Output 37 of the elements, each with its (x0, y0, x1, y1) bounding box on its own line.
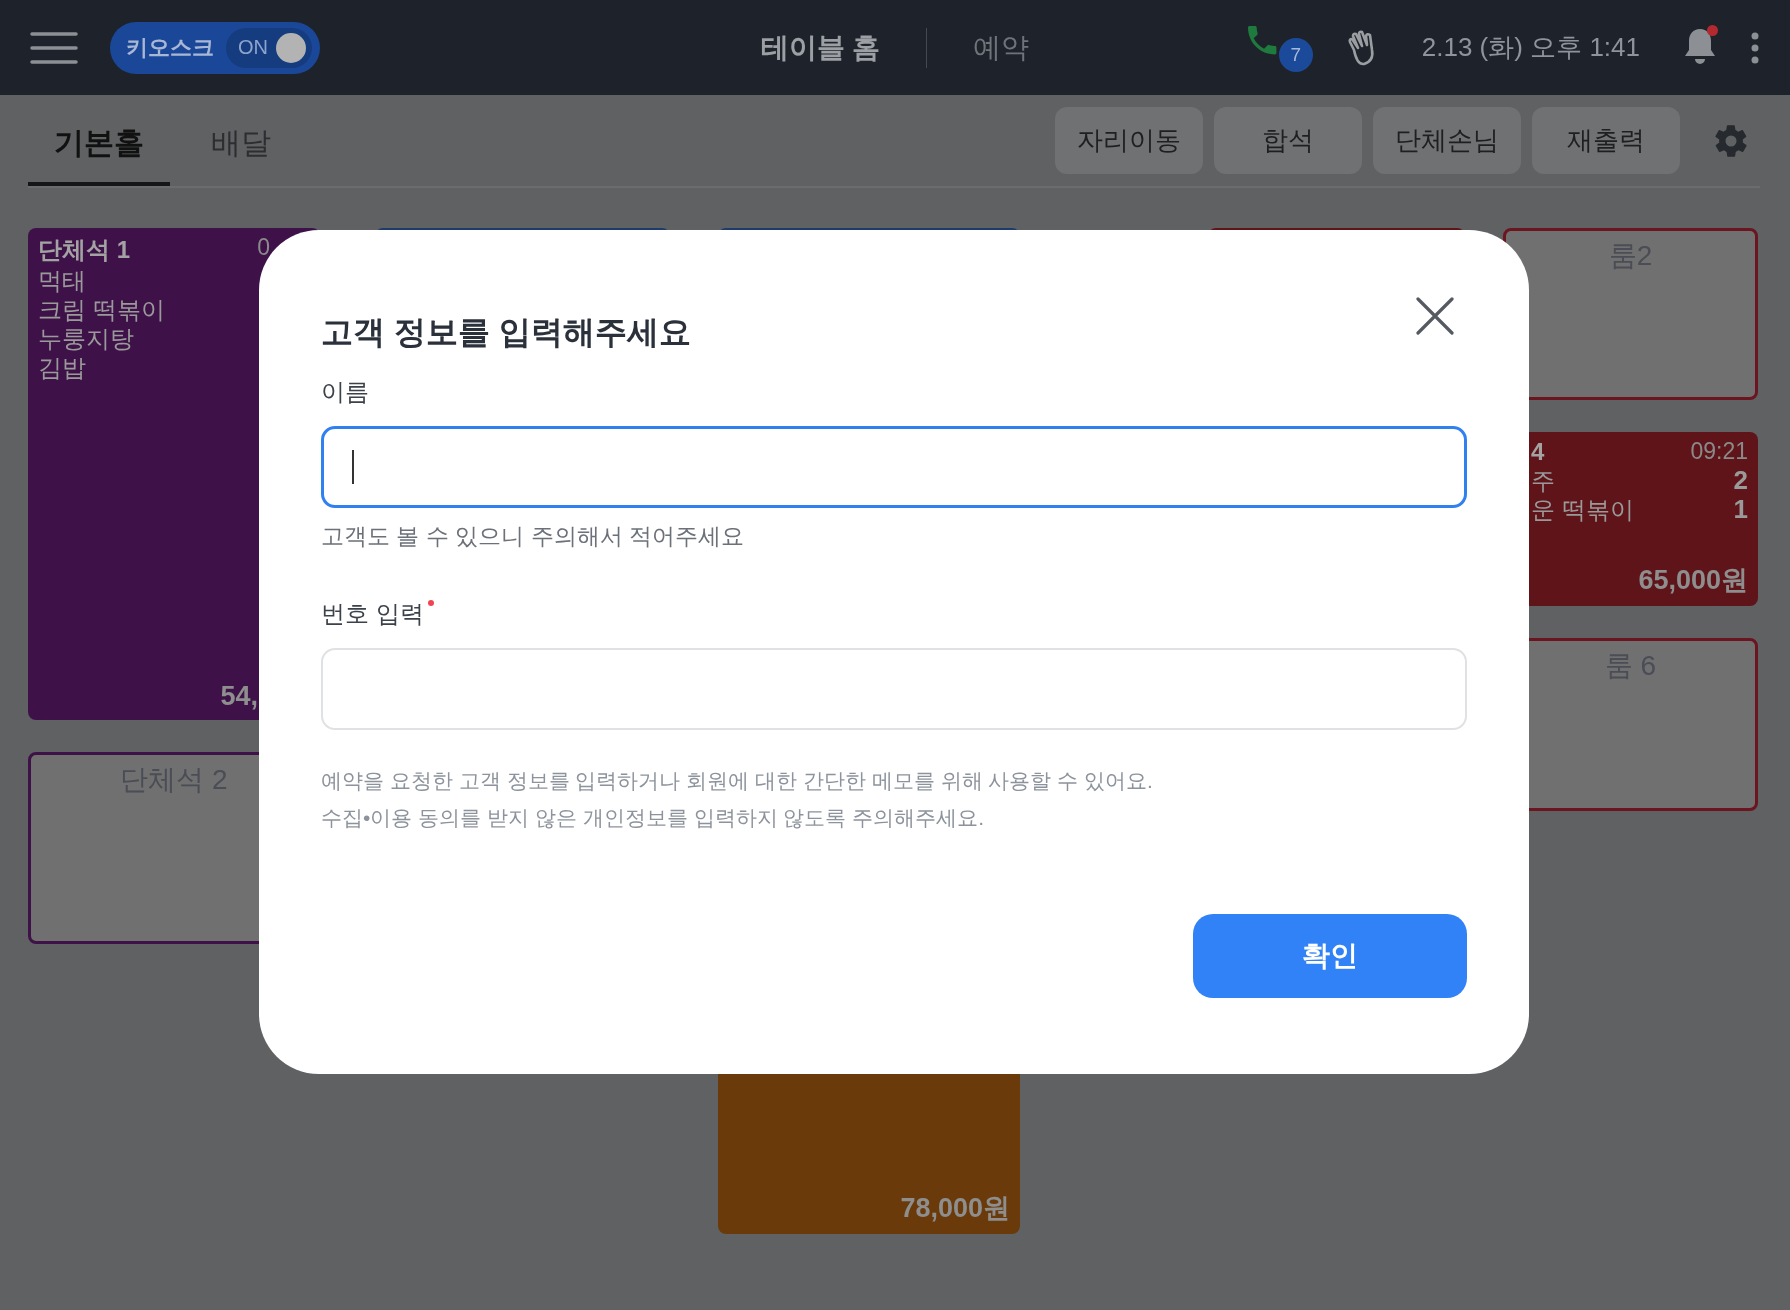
more-icon[interactable] (1750, 31, 1760, 64)
date-time: 2.13 (화) 오후 1:41 (1421, 31, 1640, 64)
item-quantity: 1 (1733, 495, 1748, 524)
order-total: 54, (220, 681, 258, 712)
hall-tab[interactable]: 기본홀 (28, 95, 170, 186)
privacy-note: 수집•이용 동의를 받지 않은 개인정보를 입력하지 않도록 주의해주세요. (321, 805, 986, 831)
order-time: 09:21 (1690, 438, 1748, 466)
call-count-badge: 7 (1278, 37, 1313, 72)
nav-tab[interactable]: 예약 (973, 28, 1030, 67)
menu-icon[interactable] (30, 30, 78, 65)
field-label: 번호 입력 (321, 599, 424, 629)
field-label: 이름 (321, 377, 369, 407)
field-hint: 고객도 볼 수 있으니 주의해서 적어주세요 (321, 522, 745, 551)
menu-item: 주 (1531, 466, 1555, 495)
order-total: 78,000원 (900, 1192, 1010, 1225)
menu-item: 먹태 (38, 266, 86, 295)
kiosk-toggle[interactable]: 키오스크 ON (110, 21, 320, 74)
input-field[interactable] (321, 426, 1467, 508)
menu-item: 운 떡볶이 (1531, 495, 1634, 524)
action-button[interactable]: 자리이동 (1055, 107, 1203, 174)
confirm-button[interactable]: 확인 (1193, 914, 1467, 998)
nav-tab[interactable]: 테이블 홈 (760, 28, 881, 67)
action-button[interactable]: 재출력 (1532, 107, 1680, 174)
action-button[interactable]: 합석 (1214, 107, 1362, 174)
menu-item: 크림 떡볶이 (38, 295, 165, 324)
table-name: 단체석 1 (38, 235, 130, 265)
action-button[interactable]: 단체손님 (1373, 107, 1521, 174)
table-name: 4 (1531, 438, 1545, 466)
item-quantity: 2 (1733, 466, 1748, 495)
dialog-title: 고객 정보를 입력해주세요 (321, 313, 691, 352)
order-time: 0 (257, 234, 270, 262)
privacy-note: 예약을 요청한 고객 정보를 입력하거나 회원에 대한 간단한 메모를 위해 사용할 수 있어요. (321, 768, 1154, 794)
order-total: 65,000원 (1638, 564, 1748, 597)
phone-icon[interactable] (1247, 25, 1278, 56)
close-icon[interactable] (1416, 297, 1454, 335)
menu-item: 김밥 (38, 353, 86, 382)
menu-item: 누룽지탕 (38, 324, 134, 353)
